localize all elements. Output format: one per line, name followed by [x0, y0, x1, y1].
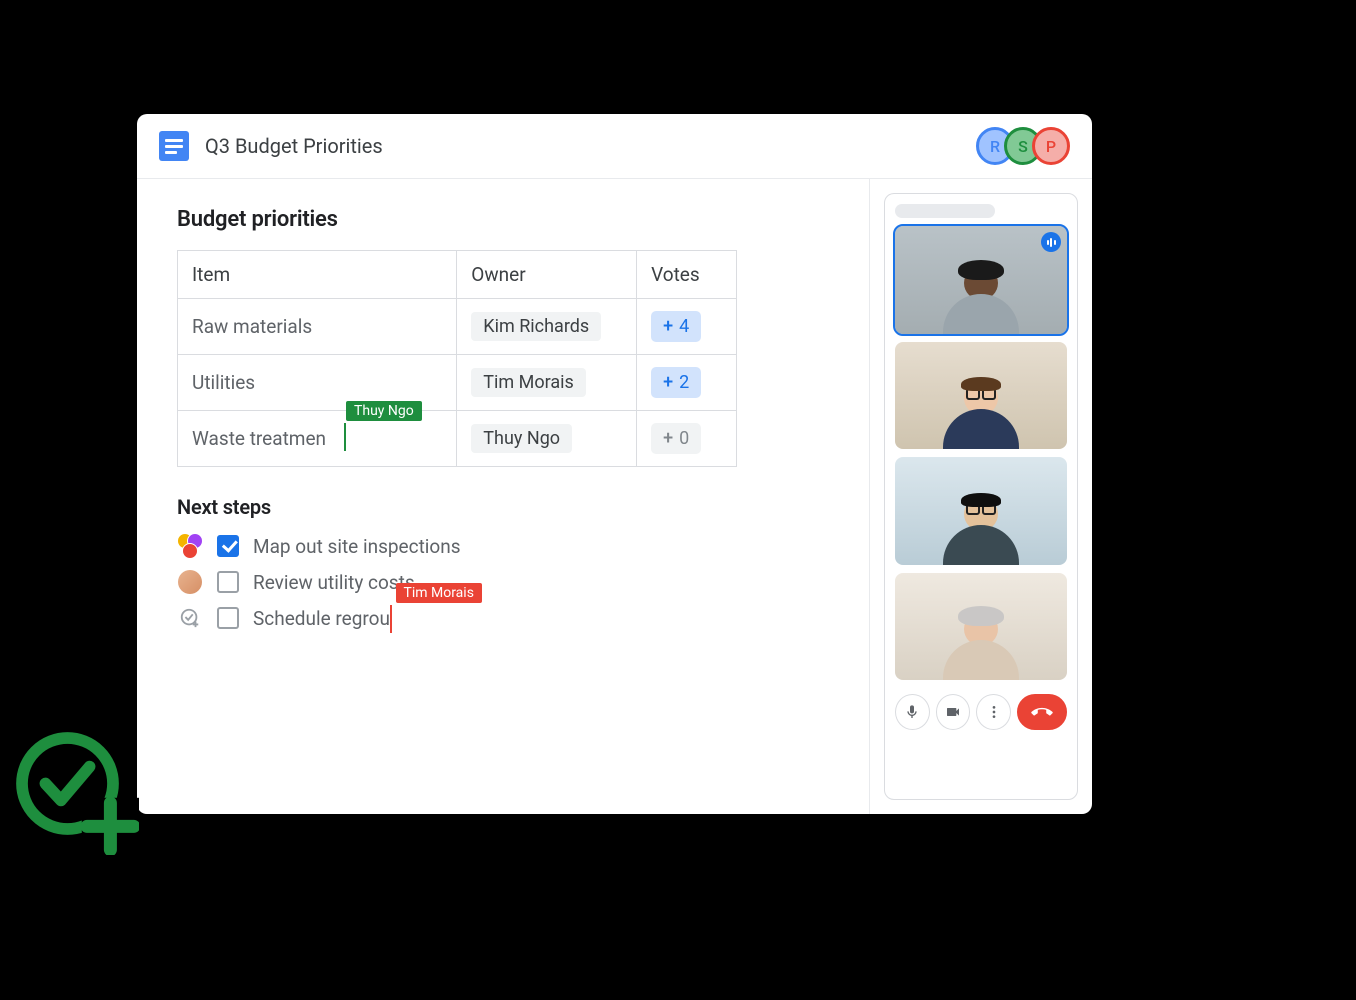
priorities-table[interactable]: Item Owner Votes Raw materials Kim Richa… — [177, 250, 737, 467]
table-header-row: Item Owner Votes — [178, 251, 737, 299]
task-check-plus-icon — [9, 725, 139, 855]
column-header-owner: Owner — [457, 251, 637, 299]
cell-owner[interactable]: Thuy Ngo — [457, 411, 637, 467]
table-row[interactable]: Waste treatmen Thuy Ngo Thuy Ngo +0 — [178, 411, 737, 467]
cell-votes[interactable]: +0 — [637, 411, 737, 467]
checkbox[interactable] — [217, 607, 239, 629]
checklist-item[interactable]: Schedule regrou Tim Morais — [177, 605, 829, 631]
cell-votes[interactable]: +4 — [637, 299, 737, 355]
checklist-item[interactable]: Map out site inspections — [177, 533, 829, 559]
meet-card — [884, 193, 1078, 800]
collaborator-cursor — [390, 605, 392, 633]
table-row[interactable]: Raw materials Kim Richards +4 — [178, 299, 737, 355]
meet-participant-tile[interactable] — [895, 226, 1067, 334]
meet-side-panel — [870, 179, 1092, 814]
section-heading-priorities: Budget priorities — [177, 207, 829, 232]
docs-window: Q3 Budget Priorities R S P Budget priori… — [137, 114, 1092, 814]
cell-owner[interactable]: Kim Richards — [457, 299, 637, 355]
meet-title-placeholder — [895, 204, 995, 218]
document-title[interactable]: Q3 Budget Priorities — [205, 134, 383, 158]
docs-app-icon[interactable] — [159, 131, 189, 161]
assignee-multi-avatar[interactable] — [177, 533, 203, 559]
vote-chip[interactable]: +4 — [651, 311, 701, 342]
vote-chip[interactable]: +0 — [651, 423, 701, 454]
hangup-button[interactable] — [1017, 694, 1067, 730]
assign-task-icon[interactable] — [177, 605, 203, 631]
cell-owner[interactable]: Tim Morais — [457, 355, 637, 411]
owner-chip[interactable]: Tim Morais — [471, 368, 586, 397]
document-body[interactable]: Budget priorities Item Owner Votes Raw m… — [137, 179, 870, 814]
collaborator-avatars[interactable]: R S P — [986, 127, 1070, 165]
checklist-item[interactable]: Review utility costs — [177, 569, 829, 595]
cell-votes[interactable]: +2 — [637, 355, 737, 411]
checklist-text[interactable]: Review utility costs — [253, 571, 415, 594]
section-heading-next-steps: Next steps — [177, 495, 829, 519]
cell-item[interactable]: Waste treatmen Thuy Ngo — [178, 411, 457, 467]
assignee-avatar[interactable] — [177, 569, 203, 595]
checklist-text[interactable]: Map out site inspections — [253, 535, 461, 558]
header: Q3 Budget Priorities R S P — [137, 114, 1092, 178]
more-options-button[interactable] — [976, 694, 1011, 730]
collaborator-cursor — [344, 423, 346, 451]
plus-icon: + — [663, 316, 673, 337]
collaborator-cursor-label: Thuy Ngo — [346, 401, 422, 421]
meet-participant-tile[interactable] — [895, 342, 1067, 450]
owner-chip[interactable]: Kim Richards — [471, 312, 601, 341]
plus-icon: + — [663, 372, 673, 393]
checkbox[interactable] — [217, 535, 239, 557]
cell-item[interactable]: Raw materials — [178, 299, 457, 355]
meet-participant-tile[interactable] — [895, 457, 1067, 565]
collaborator-cursor-label: Tim Morais — [396, 583, 482, 603]
column-header-item: Item — [178, 251, 457, 299]
camera-button[interactable] — [936, 694, 971, 730]
plus-icon: + — [663, 428, 673, 449]
meet-participant-tile[interactable] — [895, 573, 1067, 681]
mic-button[interactable] — [895, 694, 930, 730]
column-header-votes: Votes — [637, 251, 737, 299]
table-row[interactable]: Utilities Tim Morais +2 — [178, 355, 737, 411]
checkbox[interactable] — [217, 571, 239, 593]
checklist-text[interactable]: Schedule regrou Tim Morais — [253, 607, 390, 630]
speaking-indicator-icon — [1041, 232, 1061, 252]
collaborator-avatar[interactable]: P — [1032, 127, 1070, 165]
owner-chip[interactable]: Thuy Ngo — [471, 424, 572, 453]
vote-chip[interactable]: +2 — [651, 367, 701, 398]
